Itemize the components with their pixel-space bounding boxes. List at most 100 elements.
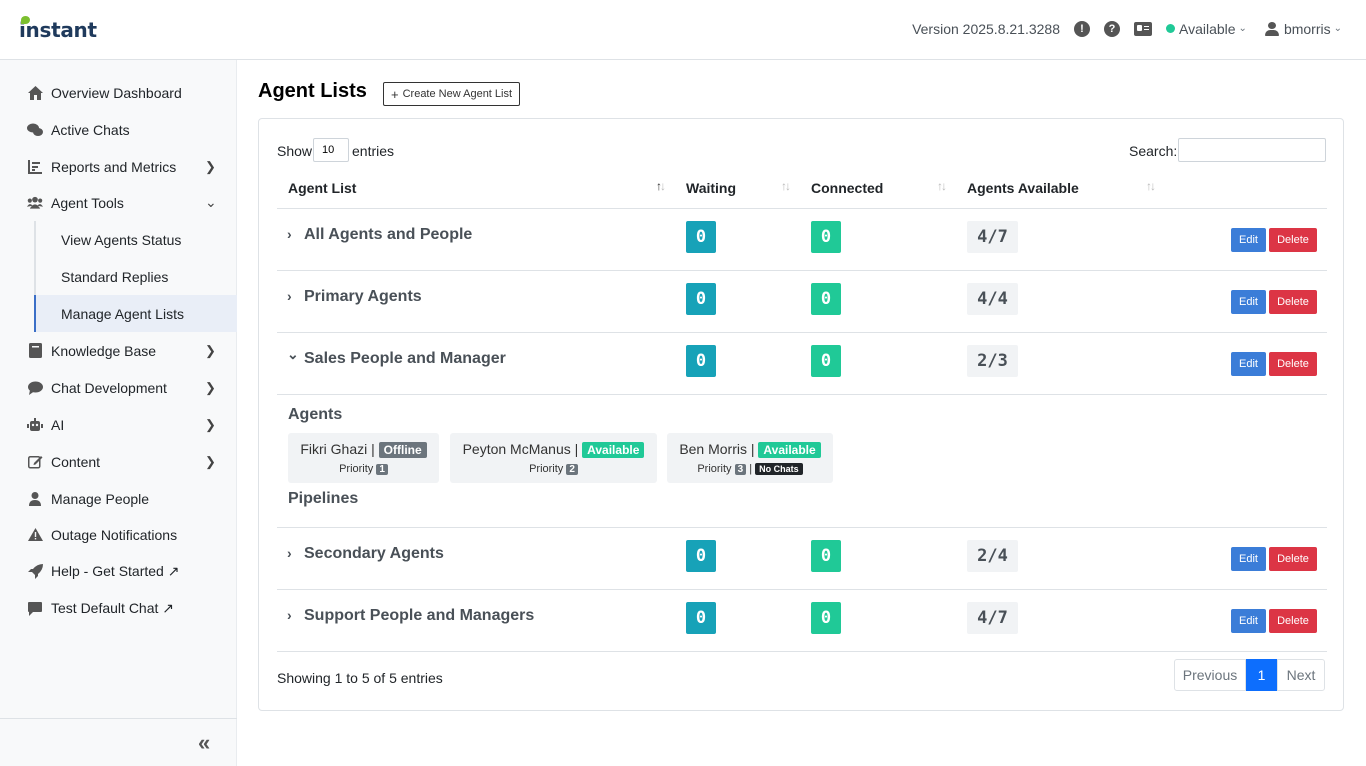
sidebar-item-label: AI xyxy=(51,416,65,433)
entries-label: entries xyxy=(352,143,395,159)
agent-name: Peyton McManus | xyxy=(462,441,579,457)
logo[interactable]: instant xyxy=(19,16,97,42)
sidebar-item-reports-and-metrics[interactable]: Reports and Metrics ❯ xyxy=(0,148,237,185)
page-title: Agent Lists xyxy=(258,80,367,102)
sidebar-item-outage-notifications[interactable]: Outage Notifications xyxy=(0,516,237,553)
chevron-right-icon: ❯ xyxy=(205,379,216,395)
priority-label: Priority xyxy=(339,463,374,475)
sidebar-item-chat-development[interactable]: Chat Development ❯ xyxy=(0,369,237,406)
column-header-agent-list[interactable]: Agent List xyxy=(288,180,356,196)
chevron-down-icon[interactable]: ⌄ xyxy=(1239,23,1247,34)
sidebar-footer: « xyxy=(0,718,237,766)
user-menu[interactable]: bmorris xyxy=(1284,21,1331,37)
chevron-down-icon[interactable]: ⌄ xyxy=(1334,23,1342,34)
agent-list-name[interactable]: All Agents and People xyxy=(304,226,472,244)
sidebar-item-standard-replies[interactable]: Standard Replies xyxy=(34,258,237,295)
delete-button[interactable]: Delete xyxy=(1269,609,1317,633)
entries-per-page-select[interactable] xyxy=(313,138,349,162)
sidebar-item-manage-agent-lists[interactable]: Manage Agent Lists xyxy=(34,295,237,332)
edit-button[interactable]: Edit xyxy=(1231,352,1266,376)
sort-icon[interactable]: ↑↓ xyxy=(1146,179,1156,193)
show-label: Show xyxy=(277,143,313,159)
status-badge: Offline xyxy=(378,442,427,458)
connected-count: 0 xyxy=(811,540,841,572)
waiting-count: 0 xyxy=(686,540,716,572)
sidebar-item-ai[interactable]: AI ❯ xyxy=(0,406,237,443)
user-icon xyxy=(1264,21,1279,36)
priority-badge: 3 xyxy=(734,464,747,475)
sidebar-item-view-agents-status[interactable]: View Agents Status xyxy=(34,221,237,258)
sidebar-item-label: Knowledge Base xyxy=(51,342,157,359)
sidebar-item-label: Reports and Metrics xyxy=(51,158,177,175)
table-row: › All Agents and People 0 0 4/7 Edit Del… xyxy=(277,209,1327,271)
home-icon xyxy=(27,85,43,101)
page-1-button[interactable]: 1 xyxy=(1246,659,1277,691)
column-header-agents-available[interactable]: Agents Available xyxy=(967,180,1079,196)
logo-text: instant xyxy=(19,18,97,42)
delete-button[interactable]: Delete xyxy=(1269,228,1317,252)
sidebar: Overview Dashboard Active Chats Reports … xyxy=(0,60,237,766)
agent-chip: Peyton McManus | Available Priority 2 xyxy=(450,433,657,483)
sort-icon[interactable]: ↑↓ xyxy=(656,179,666,193)
edit-button[interactable]: Edit xyxy=(1231,609,1266,633)
table-row: › Primary Agents 0 0 4/4 Edit Delete xyxy=(277,271,1327,333)
logo-bubble-icon xyxy=(21,16,30,24)
status-dropdown[interactable]: Available xyxy=(1179,21,1236,37)
chevron-right-icon[interactable]: › xyxy=(287,545,292,561)
help-icon[interactable]: ? xyxy=(1103,20,1120,37)
sidebar-item-knowledge-base[interactable]: Knowledge Base ❯ xyxy=(0,332,237,369)
delete-button[interactable]: Delete xyxy=(1269,290,1317,314)
chevron-right-icon[interactable]: › xyxy=(287,288,292,304)
chevron-down-icon[interactable]: ⌄ xyxy=(287,346,299,363)
chevron-right-icon[interactable]: › xyxy=(287,226,292,242)
edit-button[interactable]: Edit xyxy=(1231,547,1266,571)
book-icon xyxy=(27,343,43,359)
agent-list-name[interactable]: Support People and Managers xyxy=(304,607,534,625)
agent-list-name[interactable]: Sales People and Manager xyxy=(304,350,506,368)
alert-icon[interactable]: ! xyxy=(1073,20,1090,37)
robot-icon xyxy=(27,417,43,433)
sidebar-item-label: Content xyxy=(51,453,101,470)
pagination: Previous 1 Next xyxy=(1174,659,1325,691)
sidebar-item-active-chats[interactable]: Active Chats xyxy=(0,111,237,148)
sidebar-item-label: Overview Dashboard xyxy=(51,84,182,101)
chevron-right-icon: ❯ xyxy=(205,342,216,358)
chevron-right-icon: ❯ xyxy=(205,416,216,432)
sidebar-item-help-get-started[interactable]: Help - Get Started ↗ xyxy=(0,553,237,590)
sidebar-item-label: Active Chats xyxy=(51,121,130,138)
edit-button[interactable]: Edit xyxy=(1231,290,1266,314)
create-agent-list-button[interactable]: + Create New Agent List xyxy=(383,82,521,106)
agents-available-count: 4/7 xyxy=(967,221,1018,253)
agent-chip: Fikri Ghazi | Offline Priority 1 xyxy=(288,433,439,483)
agent-list-name[interactable]: Primary Agents xyxy=(304,288,422,306)
status-badge: Available xyxy=(758,442,821,458)
header-toolbar: Version 2025.8.21.3288 ! ? Available ⌄ b… xyxy=(912,0,1342,57)
sort-icon[interactable]: ↑↓ xyxy=(937,179,947,193)
agent-list-name[interactable]: Secondary Agents xyxy=(304,545,444,563)
next-page-button[interactable]: Next xyxy=(1277,659,1325,691)
id-card-icon[interactable] xyxy=(1133,21,1152,36)
delete-button[interactable]: Delete xyxy=(1269,352,1317,376)
sidebar-item-label: Test Default Chat ↗ xyxy=(51,600,175,616)
column-header-waiting[interactable]: Waiting xyxy=(686,180,736,196)
collapse-sidebar-icon[interactable]: « xyxy=(198,730,210,756)
edit-button[interactable]: Edit xyxy=(1231,228,1266,252)
sidebar-item-label: Standard Replies xyxy=(61,268,169,285)
sidebar-item-agent-tools[interactable]: Agent Tools ⌄ xyxy=(0,184,237,221)
sidebar-item-overview-dashboard[interactable]: Overview Dashboard xyxy=(0,74,237,111)
sidebar-item-label: Manage People xyxy=(51,490,150,507)
agent-name: Ben Morris | xyxy=(679,441,755,457)
sidebar-item-test-default-chat[interactable]: Test Default Chat ↗ xyxy=(0,590,237,627)
previous-page-button[interactable]: Previous xyxy=(1174,659,1246,691)
sidebar-item-manage-people[interactable]: Manage People xyxy=(0,480,237,517)
search-input[interactable] xyxy=(1178,138,1326,162)
sidebar-item-label: Help - Get Started ↗ xyxy=(51,563,180,579)
agents-available-count: 4/4 xyxy=(967,283,1018,315)
sidebar-item-content[interactable]: Content ❯ xyxy=(0,443,237,480)
delete-button[interactable]: Delete xyxy=(1269,547,1317,571)
status-dot-icon xyxy=(1165,24,1175,33)
sort-icon[interactable]: ↑↓ xyxy=(781,179,791,193)
agents-available-count: 4/7 xyxy=(967,602,1018,634)
chevron-right-icon[interactable]: › xyxy=(287,607,292,623)
column-header-connected[interactable]: Connected xyxy=(811,180,883,196)
